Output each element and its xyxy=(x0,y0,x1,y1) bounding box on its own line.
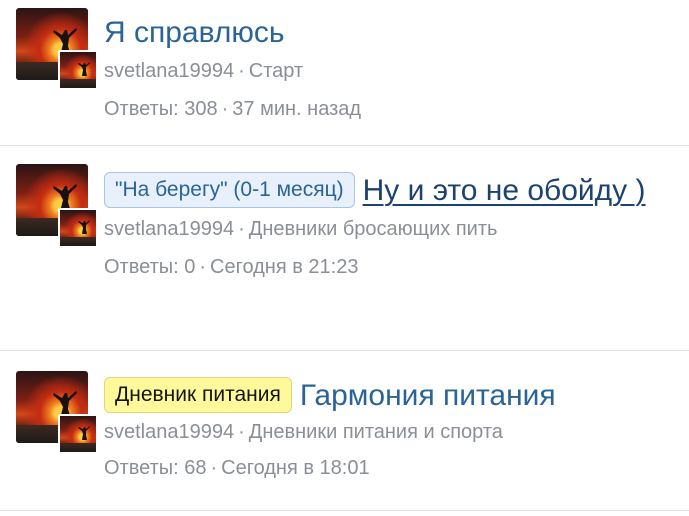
author-link[interactable]: svetlana19994 xyxy=(104,218,234,240)
reply-count: Ответы: 308 xyxy=(104,98,218,120)
silhouette-icon xyxy=(78,426,90,440)
avatar-mini[interactable] xyxy=(58,50,98,90)
thread-prefix-label[interactable]: Дневник питания xyxy=(104,377,292,413)
thread-stats: Ответы: 308 · 37 мин. назад xyxy=(104,96,669,122)
forum-link[interactable]: Дневники питания и спорта xyxy=(249,421,503,443)
separator: · xyxy=(238,421,245,443)
thread-item: Дневник питания Гармония питания svetlana… xyxy=(0,351,689,511)
silhouette-icon xyxy=(78,62,90,76)
separator: · xyxy=(238,60,245,82)
thread-meta: svetlana19994 · Старт xyxy=(104,58,669,84)
thread-title-link[interactable]: Ну и это не обойду ) xyxy=(363,174,646,207)
separator: · xyxy=(199,256,207,278)
reply-count: Ответы: 0 xyxy=(104,256,196,278)
author-link[interactable]: svetlana19994 xyxy=(104,60,234,82)
last-post-time[interactable]: 37 мин. назад xyxy=(232,98,361,120)
thread-meta: svetlana19994 · Дневники питания и спорта xyxy=(104,419,669,445)
thread-prefix-label[interactable]: "На берегу" (0-1 месяц) xyxy=(104,172,355,208)
reply-count: Ответы: 68 xyxy=(104,457,207,479)
thread-meta: svetlana19994 · Дневники бросающих пить xyxy=(104,216,669,242)
forum-link[interactable]: Дневники бросающих пить xyxy=(249,218,498,240)
thread-title-link[interactable]: Я справлюсь xyxy=(104,16,285,49)
thread-stats: Ответы: 0 · Сегодня в 21:23 xyxy=(104,254,669,280)
last-post-time[interactable]: Сегодня в 18:01 xyxy=(221,457,369,479)
separator: · xyxy=(221,98,229,120)
separator: · xyxy=(210,457,218,479)
forum-link[interactable]: Старт xyxy=(249,60,303,82)
avatar-mini[interactable] xyxy=(58,208,98,248)
thread-title-line: Дневник питания Гармония питания xyxy=(104,373,669,419)
separator: · xyxy=(238,218,245,240)
thread-stats: Ответы: 68 · Сегодня в 18:01 xyxy=(104,455,669,481)
author-link[interactable]: svetlana19994 xyxy=(104,421,234,443)
thread-item: "На берегу" (0-1 месяц) Ну и это не обойд… xyxy=(0,146,689,351)
last-post-time[interactable]: Сегодня в 21:23 xyxy=(210,256,358,278)
thread-title-line: "На берегу" (0-1 месяц) Ну и это не обойд… xyxy=(104,168,669,214)
silhouette-icon xyxy=(78,220,90,234)
thread-title-line: Я справлюсь xyxy=(104,10,669,56)
thread-item: Я справлюсь svetlana19994 · Старт Ответы: … xyxy=(0,0,689,146)
avatar-mini[interactable] xyxy=(58,414,98,454)
thread-title-link[interactable]: Гармония питания xyxy=(300,379,556,412)
